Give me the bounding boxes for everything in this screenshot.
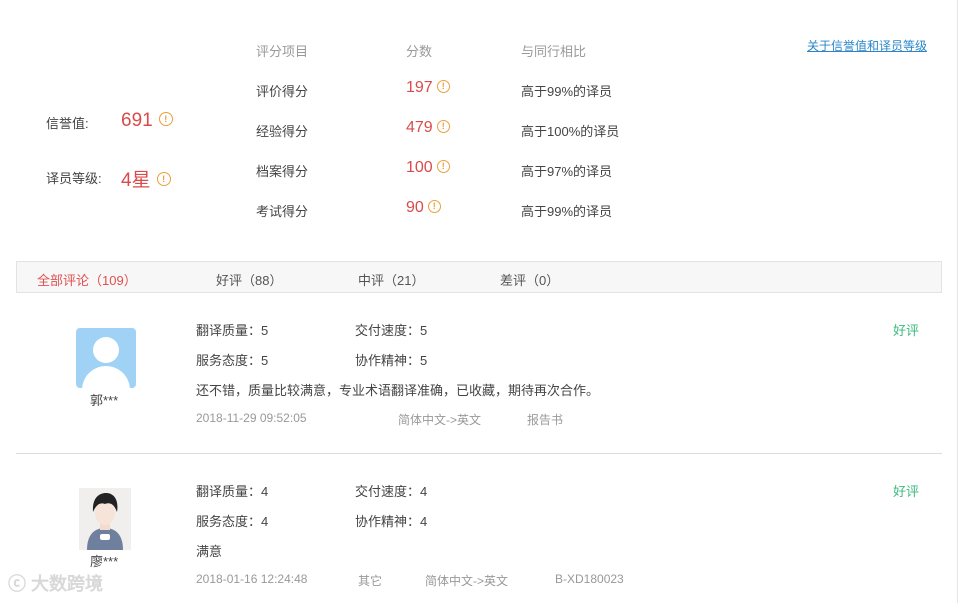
cooperation-value: 4	[420, 514, 428, 529]
credit-value: 691	[121, 110, 153, 131]
tab-all-reviews[interactable]: 全部评论（109）	[37, 270, 137, 289]
attitude-value: 4	[261, 514, 269, 529]
review-divider	[16, 453, 942, 454]
avatar-head-shape	[93, 337, 119, 363]
quality-field: 翻译质量：5	[196, 320, 268, 339]
review-comment: 还不错，质量比较满意，专业术语翻译准确，已收藏，期待再次合作。	[196, 383, 600, 398]
quality-label: 翻译质量：	[196, 484, 262, 499]
tab-positive-reviews[interactable]: 好评（88）	[216, 270, 282, 289]
avatar[interactable]	[79, 488, 131, 550]
tab-neutral-reviews[interactable]: 中评（21）	[358, 270, 424, 289]
review-document-type: B-XD180023	[555, 572, 624, 586]
info-icon[interactable]: !	[156, 172, 171, 186]
score-row-item: 评价得分	[256, 84, 309, 99]
speed-label: 交付速度：	[355, 323, 421, 338]
attitude-field: 服务态度：4	[196, 511, 268, 530]
avatar[interactable]	[76, 328, 136, 388]
reviewer-name: 廖***	[90, 554, 119, 569]
review-comment: 满意	[196, 544, 223, 559]
level-value: 4星	[121, 170, 151, 191]
level-value-group: 4星!	[121, 165, 171, 192]
level-label: 译员等级:	[46, 171, 102, 186]
quality-label: 翻译质量：	[196, 323, 262, 338]
info-icon[interactable]: !	[436, 80, 450, 93]
speed-field: 交付速度：4	[355, 481, 427, 500]
avatar-illustration	[79, 488, 131, 550]
attitude-field: 服务态度：5	[196, 350, 268, 369]
score-row-score: 479!	[406, 119, 450, 137]
review-language-pair: 简体中文->英文	[398, 413, 482, 427]
header-item: 评分项目	[256, 44, 309, 59]
tab-negative-reviews[interactable]: 差评（0）	[500, 270, 559, 289]
speed-value: 5	[420, 323, 428, 338]
score-value: 197	[406, 79, 433, 96]
quality-value: 4	[261, 484, 269, 499]
attitude-value: 5	[261, 353, 269, 368]
score-value: 479	[406, 119, 433, 136]
review-document-type: 报告书	[527, 413, 564, 427]
watermark-logo: ⓒ 大数跨境	[8, 570, 103, 596]
info-icon[interactable]: !	[158, 112, 173, 126]
credit-level-info-link[interactable]: 关于信誉值和译员等级	[807, 37, 927, 54]
score-value: 90	[406, 199, 424, 216]
score-row-compare: 高于99%的译员	[521, 84, 613, 99]
reviewer-name: 郭***	[90, 393, 119, 408]
info-icon[interactable]: !	[436, 160, 450, 173]
cooperation-field: 协作精神：5	[355, 350, 427, 369]
score-row-compare: 高于99%的译员	[521, 204, 613, 219]
score-row-compare: 高于97%的译员	[521, 164, 613, 179]
review-language-pair: 简体中文->英文	[425, 574, 509, 588]
speed-field: 交付速度：5	[355, 320, 427, 339]
review-field: 其它	[358, 574, 383, 588]
attitude-label: 服务态度：	[196, 514, 262, 529]
info-icon[interactable]: !	[427, 200, 441, 213]
header-compare: 与同行相比	[521, 44, 587, 59]
header-score: 分数	[406, 44, 433, 59]
score-row-score: 100!	[406, 159, 450, 177]
score-row-score: 90!	[406, 199, 441, 217]
speed-value: 4	[420, 484, 428, 499]
review-date: 2018-01-16 12:24:48	[196, 572, 308, 586]
score-row-score: 197!	[406, 79, 450, 97]
score-value: 100	[406, 159, 433, 176]
score-row-item: 考试得分	[256, 204, 309, 219]
score-row-item: 档案得分	[256, 164, 309, 179]
attitude-label: 服务态度：	[196, 353, 262, 368]
rating-badge: 好评	[893, 484, 920, 499]
watermark-text: 大数跨境	[31, 574, 104, 594]
cooperation-label: 协作精神：	[355, 353, 421, 368]
page-frame	[0, 0, 958, 603]
speed-label: 交付速度：	[355, 484, 421, 499]
avatar-body-shape	[82, 366, 130, 388]
cooperation-field: 协作精神：4	[355, 511, 427, 530]
score-row-item: 经验得分	[256, 124, 309, 139]
quality-field: 翻译质量：4	[196, 481, 268, 500]
credit-label: 信誉值:	[46, 116, 89, 131]
watermark-symbol-icon: ⓒ	[8, 574, 26, 594]
info-icon[interactable]: !	[436, 120, 450, 133]
credit-value-group: 691!	[121, 110, 173, 132]
cooperation-label: 协作精神：	[355, 514, 421, 529]
quality-value: 5	[261, 323, 269, 338]
review-date: 2018-11-29 09:52:05	[196, 411, 307, 425]
score-row-compare: 高于100%的译员	[521, 124, 620, 139]
rating-badge: 好评	[893, 323, 920, 338]
review-filter-tabs: 全部评论（109） 好评（88） 中评（21） 差评（0）	[16, 261, 942, 293]
cooperation-value: 5	[420, 353, 428, 368]
